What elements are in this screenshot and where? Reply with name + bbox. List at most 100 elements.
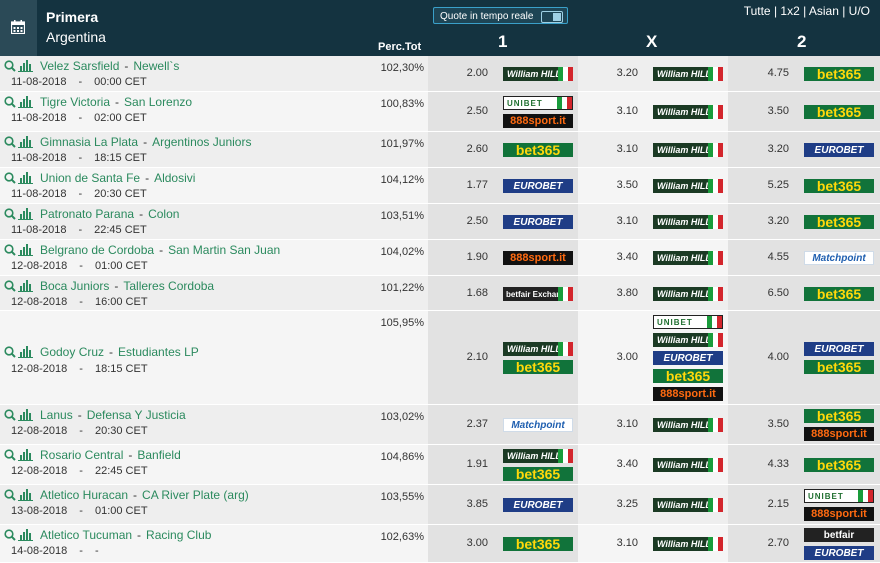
- odd-home[interactable]: 1.91: [458, 458, 488, 470]
- match-row[interactable]: Boca Juniors - Talleres Cordoba 12-08-2018-…: [0, 276, 880, 311]
- home-team[interactable]: Rosario Central: [40, 448, 123, 462]
- away-team[interactable]: Newell`s: [133, 59, 179, 73]
- search-icon[interactable]: [4, 60, 38, 72]
- bookmaker-logo-wh[interactable]: William HILL: [653, 105, 723, 119]
- home-team[interactable]: Atletico Huracan: [40, 488, 128, 502]
- match-row[interactable]: Atletico Huracan - CA River Plate (arg) 13-…: [0, 485, 880, 525]
- bookmaker-logo-euro[interactable]: EUROBET: [503, 215, 573, 229]
- bookmaker-logo-b365[interactable]: bet365: [804, 458, 874, 472]
- odd-draw[interactable]: 3.10: [608, 215, 638, 227]
- bookmaker-logo-s888[interactable]: 888sport.it: [653, 387, 723, 401]
- match-row[interactable]: Velez Sarsfield - Newell`s 11-08-2018-00:00…: [0, 56, 880, 92]
- odd-away[interactable]: 5.25: [759, 179, 789, 191]
- odd-away[interactable]: 3.50: [759, 105, 789, 117]
- bookmaker-logo-euro[interactable]: EUROBET: [503, 498, 573, 512]
- odd-draw[interactable]: 3.00: [608, 351, 638, 363]
- bookmaker-logo-euro[interactable]: EUROBET: [804, 342, 874, 356]
- search-icon[interactable]: [4, 172, 38, 184]
- odd-home[interactable]: 2.10: [458, 351, 488, 363]
- match-teams[interactable]: Gimnasia La Plata - Argentinos Juniors: [40, 135, 251, 149]
- bookmaker-logo-b365[interactable]: bet365: [804, 409, 874, 423]
- odd-home[interactable]: 2.00: [458, 67, 488, 79]
- search-icon[interactable]: [4, 409, 38, 421]
- away-team[interactable]: Aldosivi: [154, 171, 195, 185]
- home-team[interactable]: Velez Sarsfield: [40, 59, 119, 73]
- match-teams[interactable]: Atletico Tucuman - Racing Club: [40, 528, 211, 542]
- bookmaker-logo-wh[interactable]: William HILL: [653, 179, 723, 193]
- home-team[interactable]: Gimnasia La Plata: [40, 135, 138, 149]
- bookmaker-logo-ub[interactable]: UNIBET: [653, 315, 723, 329]
- bookmaker-logo-wh[interactable]: William HILL: [503, 449, 573, 463]
- odd-away[interactable]: 6.50: [759, 287, 789, 299]
- match-row[interactable]: Godoy Cruz - Estudiantes LP 12-08-2018-18:1…: [0, 311, 880, 405]
- odd-draw[interactable]: 3.10: [608, 143, 638, 155]
- live-odds-toggle[interactable]: Quote in tempo reale: [433, 7, 568, 24]
- away-team[interactable]: CA River Plate (arg): [142, 488, 249, 502]
- away-team[interactable]: San Martin San Juan: [168, 243, 280, 257]
- bookmaker-logo-wh[interactable]: William HILL: [503, 67, 573, 81]
- bookmaker-logo-b365[interactable]: bet365: [503, 360, 573, 374]
- away-team[interactable]: Defensa Y Justicia: [87, 408, 186, 422]
- home-team[interactable]: Boca Juniors: [40, 279, 109, 293]
- odd-away[interactable]: 2.15: [759, 498, 789, 510]
- odd-away[interactable]: 4.75: [759, 67, 789, 79]
- bookmaker-logo-s888[interactable]: 888sport.it: [503, 114, 573, 128]
- bookmaker-logo-wh[interactable]: William HILL: [653, 498, 723, 512]
- bookmaker-logo-wh[interactable]: William HILL: [653, 418, 723, 432]
- match-teams[interactable]: Godoy Cruz - Estudiantes LP: [40, 345, 199, 359]
- search-icon[interactable]: [4, 449, 38, 461]
- bookmaker-logo-bf2[interactable]: betfair: [804, 528, 874, 542]
- bookmaker-logo-bf[interactable]: betfair Exchange: [503, 287, 573, 301]
- odd-draw[interactable]: 3.50: [608, 179, 638, 191]
- bookmaker-logo-b365[interactable]: bet365: [804, 67, 874, 81]
- match-row[interactable]: Belgrano de Cordoba - San Martin San Juan 1…: [0, 240, 880, 276]
- odd-home[interactable]: 1.68: [458, 287, 488, 299]
- bookmaker-logo-wh[interactable]: William HILL: [653, 251, 723, 265]
- match-row[interactable]: Tigre Victoria - San Lorenzo 11-08-2018-02:…: [0, 92, 880, 132]
- home-team[interactable]: Patronato Parana: [40, 207, 134, 221]
- match-teams[interactable]: Patronato Parana - Colon: [40, 207, 179, 221]
- odd-home[interactable]: 3.85: [458, 498, 488, 510]
- odd-away[interactable]: 4.33: [759, 458, 789, 470]
- search-icon[interactable]: [4, 208, 38, 220]
- odd-draw[interactable]: 3.25: [608, 498, 638, 510]
- search-icon[interactable]: [4, 96, 38, 108]
- away-team[interactable]: Banfield: [137, 448, 180, 462]
- bookmaker-logo-b365[interactable]: bet365: [804, 179, 874, 193]
- odd-draw[interactable]: 3.40: [608, 251, 638, 263]
- odd-away[interactable]: 3.20: [759, 143, 789, 155]
- bookmaker-logo-wh[interactable]: William HILL: [653, 143, 723, 157]
- bookmaker-logo-s888[interactable]: 888sport.it: [503, 251, 573, 265]
- toggle-switch-icon[interactable]: [541, 11, 563, 23]
- odd-home[interactable]: 2.60: [458, 143, 488, 155]
- search-icon[interactable]: [4, 529, 38, 541]
- odd-home[interactable]: 3.00: [458, 537, 488, 549]
- home-team[interactable]: Belgrano de Cordoba: [40, 243, 154, 257]
- odd-draw[interactable]: 3.10: [608, 537, 638, 549]
- match-teams[interactable]: Tigre Victoria - San Lorenzo: [40, 95, 192, 109]
- away-team[interactable]: Estudiantes LP: [118, 345, 199, 359]
- bookmaker-logo-b365[interactable]: bet365: [804, 215, 874, 229]
- odd-home[interactable]: 2.50: [458, 215, 488, 227]
- bookmaker-logo-euro[interactable]: EUROBET: [653, 351, 723, 365]
- odd-draw[interactable]: 3.10: [608, 418, 638, 430]
- bookmaker-logo-euro[interactable]: EUROBET: [503, 179, 573, 193]
- odd-home[interactable]: 2.50: [458, 105, 488, 117]
- home-team[interactable]: Tigre Victoria: [40, 95, 110, 109]
- match-row[interactable]: Rosario Central - Banfield 12-08-2018-22:45…: [0, 445, 880, 485]
- away-team[interactable]: Talleres Cordoba: [123, 279, 214, 293]
- bookmaker-logo-mp[interactable]: Matchpoint: [804, 251, 874, 265]
- bookmaker-logo-b365[interactable]: bet365: [804, 287, 874, 301]
- home-team[interactable]: Godoy Cruz: [40, 345, 104, 359]
- odd-draw[interactable]: 3.10: [608, 105, 638, 117]
- search-icon[interactable]: [4, 346, 38, 358]
- match-teams[interactable]: Velez Sarsfield - Newell`s: [40, 59, 179, 73]
- odd-away[interactable]: 4.55: [759, 251, 789, 263]
- bookmaker-logo-wh[interactable]: William HILL: [653, 215, 723, 229]
- match-teams[interactable]: Lanus - Defensa Y Justicia: [40, 408, 186, 422]
- search-icon[interactable]: [4, 489, 38, 501]
- bookmaker-logo-wh[interactable]: William HILL: [653, 333, 723, 347]
- odd-home[interactable]: 1.90: [458, 251, 488, 263]
- bookmaker-logo-wh[interactable]: William HILL: [653, 67, 723, 81]
- bookmaker-logo-euro[interactable]: EUROBET: [804, 546, 874, 560]
